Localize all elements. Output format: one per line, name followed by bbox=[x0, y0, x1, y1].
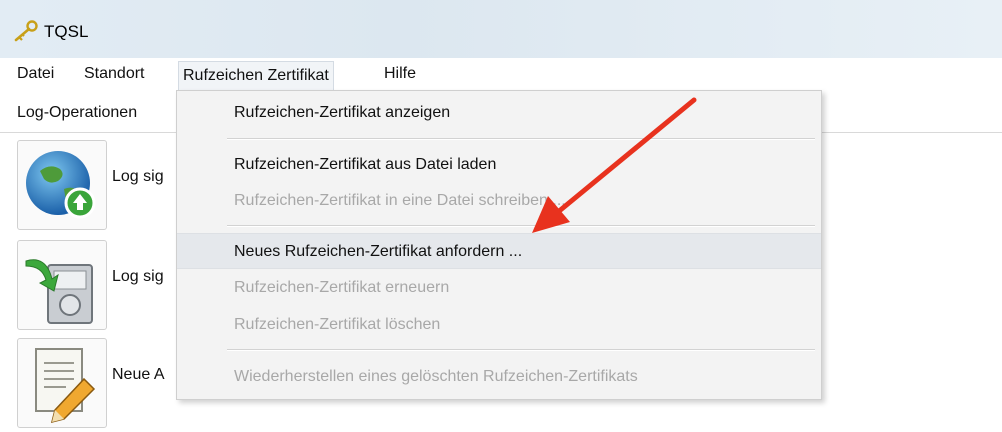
sign-save-log-button[interactable] bbox=[17, 240, 107, 330]
sign-upload-log-button[interactable] bbox=[17, 140, 107, 230]
edit-document-icon bbox=[35, 348, 96, 424]
menu-item-zertifikat-anfordern[interactable]: Neues Rufzeichen-Zertifikat anfordern ..… bbox=[177, 233, 821, 269]
new-location-button[interactable] bbox=[17, 338, 107, 428]
menu-rufzeichen-zertifikat[interactable]: Rufzeichen Zertifikat bbox=[178, 61, 334, 90]
sign-upload-log-label: Log sig bbox=[112, 168, 164, 185]
menu-separator bbox=[227, 225, 815, 227]
menu-item-zertifikat-schreiben[interactable]: Rufzeichen-Zertifikat in eine Datei schr… bbox=[177, 183, 821, 219]
key-icon bbox=[14, 20, 38, 42]
menu-separator bbox=[227, 349, 815, 351]
title-bar: TQSL bbox=[0, 0, 1002, 58]
globe-upload-icon bbox=[26, 151, 96, 219]
menu-bar: Datei Standort Rufzeichen Zertifikat Hil… bbox=[0, 58, 1002, 90]
menu-datei[interactable]: Datei bbox=[13, 64, 58, 86]
tab-log-operationen[interactable]: Log-Operationen bbox=[17, 104, 137, 122]
sign-save-log-label: Log sig bbox=[112, 268, 164, 285]
menu-item-zertifikat-laden[interactable]: Rufzeichen-Zertifikat aus Datei laden bbox=[177, 147, 821, 183]
new-location-label: Neue A bbox=[112, 366, 165, 383]
menu-hilfe[interactable]: Hilfe bbox=[380, 64, 420, 86]
menu-item-zertifikat-anzeigen[interactable]: Rufzeichen-Zertifikat anzeigen bbox=[177, 95, 821, 131]
rufzeichen-zertifikat-menu: Rufzeichen-Zertifikat anzeigen Rufzeiche… bbox=[176, 90, 822, 400]
window-title: TQSL bbox=[44, 22, 89, 41]
menu-item-zertifikat-loeschen[interactable]: Rufzeichen-Zertifikat löschen bbox=[177, 307, 821, 343]
menu-item-zertifikat-wiederherstellen[interactable]: Wiederherstellen eines gelöschten Rufzei… bbox=[177, 359, 821, 395]
menu-separator bbox=[227, 138, 815, 140]
menu-item-zertifikat-erneuern[interactable]: Rufzeichen-Zertifikat erneuern bbox=[177, 270, 821, 306]
save-disk-icon bbox=[25, 259, 93, 324]
menu-standort[interactable]: Standort bbox=[80, 64, 148, 86]
